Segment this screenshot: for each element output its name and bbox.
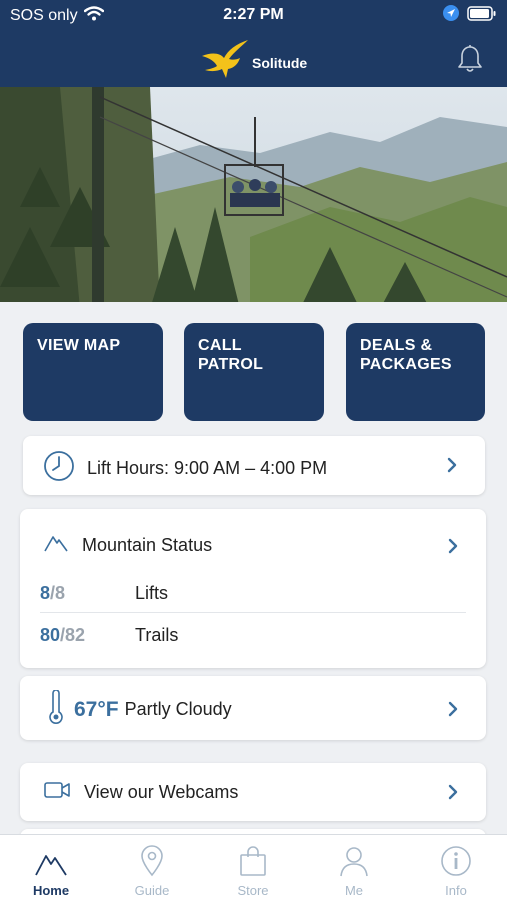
webcams-text: View our Webcams <box>84 782 239 802</box>
tab-info[interactable]: Info <box>416 843 496 898</box>
lift-hours-row[interactable]: Lift Hours: 9:00 AM – 4:00 PM <box>23 436 485 495</box>
solitude-eagle-logo-icon <box>198 38 250 87</box>
tab-me[interactable]: Me <box>314 843 394 898</box>
brand-name: Solitude <box>252 54 308 71</box>
lifts-total: /8 <box>50 583 66 603</box>
lifts-open: 8 <box>40 583 51 603</box>
hero-image-chairlift <box>0 87 507 309</box>
tab-bar: Home Guide Store Me Info <box>0 834 507 901</box>
tab-home-label: Home <box>32 883 70 898</box>
tab-info-label: Info <box>445 883 467 898</box>
trails-total: /82 <box>60 625 86 645</box>
tab-me-label: Me <box>344 883 364 898</box>
lift-hours-text: Lift Hours: 9:00 AM – 4:00 PM <box>87 458 328 478</box>
mountain-status-title: Mountain Status <box>82 535 213 555</box>
lifts-count: 8/8 <box>40 583 65 604</box>
status-right <box>443 5 497 26</box>
stats-divider <box>40 612 466 613</box>
chevron-right-icon <box>448 538 458 559</box>
weather-condition: Partly Cloudy <box>124 699 232 719</box>
tab-store-label: Store <box>237 883 269 898</box>
chevron-right-icon <box>448 784 458 805</box>
weather-row[interactable]: 67°F Partly Cloudy <box>20 676 486 740</box>
webcams-row[interactable]: View our Webcams <box>20 763 486 821</box>
app-header: Solitude <box>0 30 507 87</box>
view-map-button[interactable]: VIEW MAP <box>23 323 163 421</box>
video-camera-icon <box>44 781 70 804</box>
guide-pin-icon <box>112 843 192 877</box>
tab-guide-label: Guide <box>134 883 170 898</box>
battery-icon <box>467 5 497 26</box>
store-bag-icon <box>213 843 293 877</box>
chevron-right-icon <box>447 457 457 478</box>
home-content: VIEW MAP CALL PATROL DEALS & PACKAGES Li… <box>0 309 507 849</box>
mountain-status-card[interactable]: Mountain Status 8/8 Lifts 80/82 Trails <box>20 509 486 668</box>
brand-logo[interactable]: Solitude <box>198 38 307 87</box>
bell-icon[interactable] <box>457 44 483 79</box>
trails-count: 80/82 <box>40 625 85 646</box>
mountain-icon <box>44 533 68 558</box>
weather-temp: 67°F <box>74 697 119 721</box>
info-icon <box>416 843 496 877</box>
clock-icon <box>43 450 75 487</box>
tab-guide[interactable]: Guide <box>112 843 192 898</box>
location-arrow-icon <box>443 5 459 26</box>
trails-open: 80 <box>40 625 61 645</box>
trails-label: Trails <box>135 625 179 645</box>
lifts-label: Lifts <box>135 583 169 603</box>
status-bar: SOS only 2:27 PM <box>0 0 507 30</box>
me-person-icon <box>314 843 394 877</box>
deals-packages-button[interactable]: DEALS & PACKAGES <box>346 323 485 421</box>
thermometer-icon <box>48 689 64 729</box>
tab-home[interactable]: Home <box>11 843 91 898</box>
home-mountain-icon <box>11 843 91 877</box>
call-patrol-button[interactable]: CALL PATROL <box>184 323 324 421</box>
status-time: 2:27 PM <box>223 6 284 23</box>
chevron-right-icon <box>448 701 458 722</box>
tab-store[interactable]: Store <box>213 843 293 898</box>
